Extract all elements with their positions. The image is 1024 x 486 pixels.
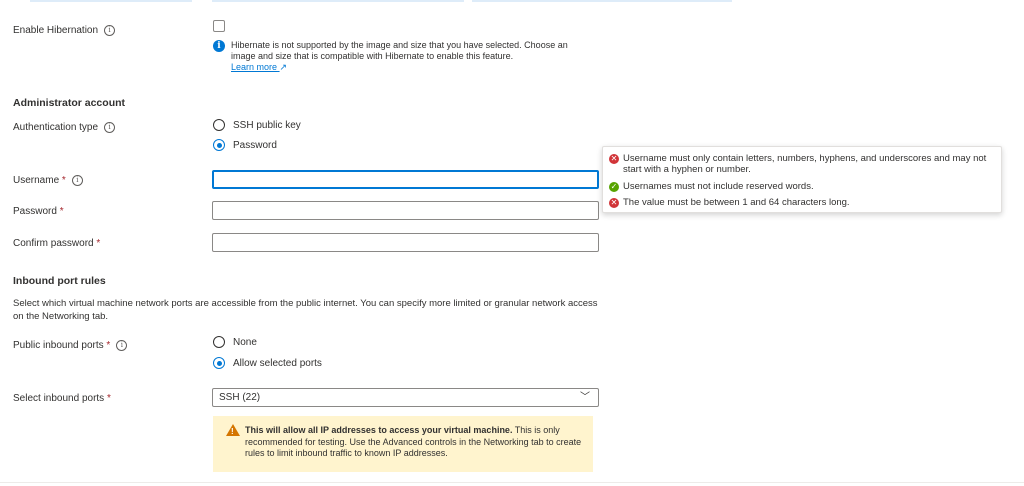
radio-ssh-public-key[interactable] [213,119,225,131]
public-inbound-ports-label: Public inbound ports * i [13,340,128,351]
bottom-divider [0,482,1024,483]
info-icon[interactable]: i [104,25,116,36]
inbound-warning-box: ! This will allow all IP addresses to ac… [213,416,593,472]
username-label: Username * i [13,175,83,186]
error-icon: ✕ [609,198,619,208]
administrator-account-heading: Administrator account [13,97,126,109]
auth-option-ssh[interactable]: SSH public key [213,119,301,131]
info-icon[interactable]: i [116,340,128,351]
hibernation-message: Hibernate is not supported by the image … [231,40,568,72]
enable-hibernation-label: Enable Hibernation i [13,25,116,36]
enable-hibernation-checkbox[interactable] [213,20,225,32]
info-icon[interactable]: i [104,122,116,133]
password-label: Password * [13,206,64,217]
public-option-none[interactable]: None [213,336,257,348]
error-icon: ✕ [609,154,619,164]
username-input[interactable] [212,170,599,189]
confirm-password-label: Confirm password * [13,238,101,249]
radio-allow-selected-ports[interactable] [213,357,225,369]
top-tab-fragment [30,0,192,2]
warning-message: This will allow all IP addresses to acce… [245,425,582,458]
learn-more-link[interactable]: Learn more ↗ [231,62,287,72]
validation-rule: ✕ Username must only contain letters, nu… [609,153,987,175]
radio-password[interactable] [213,139,225,151]
inbound-description: Select which virtual machine network por… [13,298,598,322]
confirm-password-input[interactable] [212,233,599,252]
select-inbound-ports-dropdown[interactable]: SSH (22) ﹀ [212,388,599,407]
chevron-down-icon[interactable]: ﹀ [580,389,590,406]
external-link-icon: ↗ [279,62,288,72]
password-input[interactable] [212,201,599,220]
authentication-type-label: Authentication type i [13,122,116,133]
radio-none[interactable] [213,336,225,348]
success-check-icon: ✓ [609,182,619,192]
info-filled-icon: i [213,40,225,52]
username-validation-tooltip: ✕ Username must only contain letters, nu… [602,146,1002,213]
top-tab-fragment [212,0,464,2]
top-tab-fragment [472,0,732,2]
auth-option-password[interactable]: Password [213,139,277,151]
validation-rule: ✕ The value must be between 1 and 64 cha… [609,197,850,208]
inbound-port-rules-heading: Inbound port rules [13,275,106,287]
validation-rule: ✓ Usernames must not include reserved wo… [609,181,814,192]
info-icon[interactable]: i [71,175,83,186]
public-option-allow-selected[interactable]: Allow selected ports [213,357,322,369]
select-inbound-ports-label: Select inbound ports * [13,393,111,404]
